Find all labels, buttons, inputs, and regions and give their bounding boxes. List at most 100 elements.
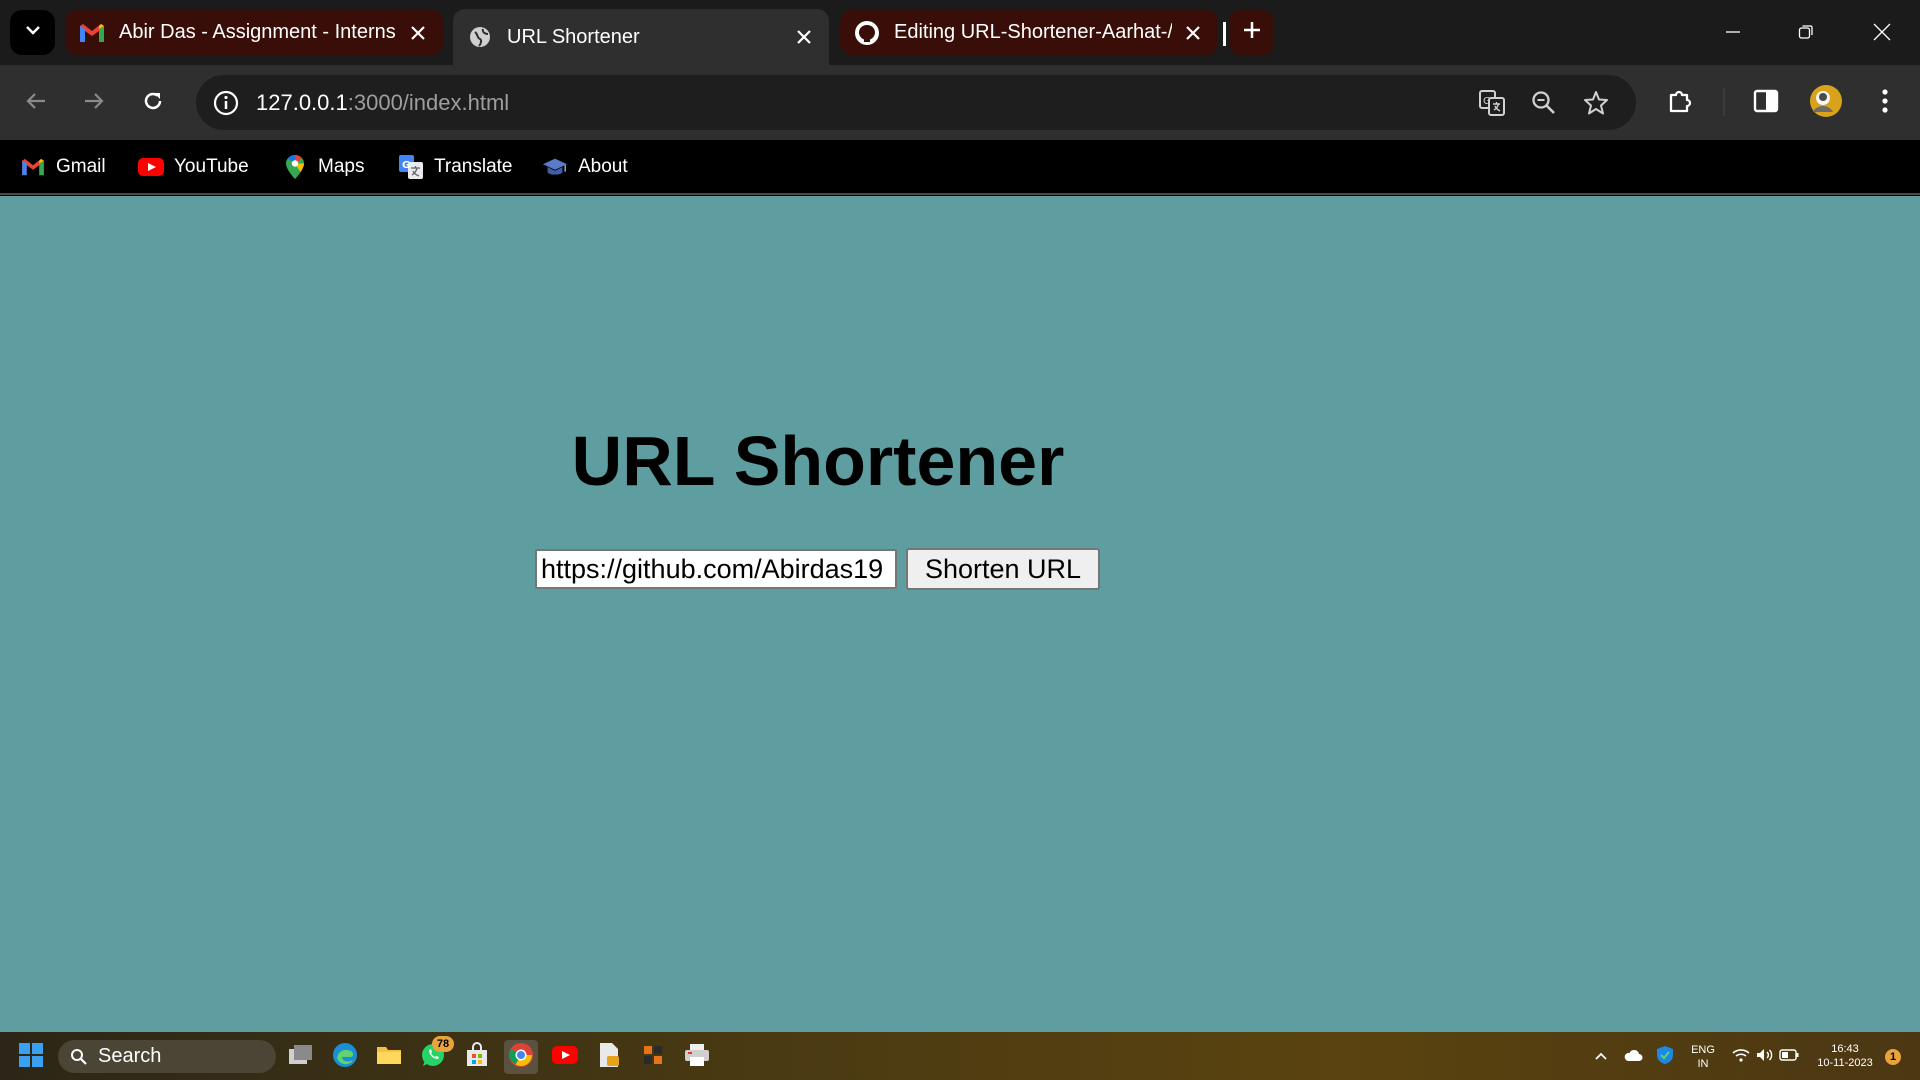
- reload-icon: [141, 89, 165, 118]
- tray-battery[interactable]: [1772, 1040, 1806, 1074]
- translate-icon: G: [398, 154, 424, 180]
- app-grid-icon: [642, 1044, 664, 1071]
- region-code: IN: [1697, 1058, 1709, 1070]
- tab-search-button[interactable]: [10, 10, 55, 55]
- taskbar-whatsapp[interactable]: 78: [416, 1036, 454, 1074]
- windows-logo-icon: [18, 1042, 44, 1073]
- close-icon[interactable]: [407, 22, 429, 44]
- tab-gmail[interactable]: Abir Das - Assignment - Interns: [65, 10, 443, 55]
- close-icon[interactable]: [1182, 22, 1204, 44]
- kebab-menu-icon: [1881, 88, 1889, 119]
- document-icon: [597, 1042, 621, 1073]
- restore-icon: [1798, 24, 1814, 45]
- task-view-button[interactable]: [284, 1040, 318, 1074]
- search-icon: [68, 1046, 90, 1068]
- bookmark-label: Translate: [434, 156, 513, 177]
- maps-icon: [282, 154, 308, 180]
- language-indicator[interactable]: ENG IN: [1686, 1043, 1720, 1071]
- show-hidden-icons-button[interactable]: [1584, 1040, 1618, 1074]
- side-panel-icon: [1753, 88, 1779, 119]
- svg-text:G: G: [1483, 96, 1491, 107]
- forward-button[interactable]: [74, 83, 114, 123]
- taskbar-file-explorer[interactable]: [372, 1040, 406, 1074]
- clock-date: 10-11-2023: [1817, 1057, 1873, 1069]
- youtube-icon: [138, 154, 164, 180]
- start-button[interactable]: [14, 1040, 48, 1074]
- chrome-icon: [508, 1042, 534, 1073]
- folder-icon: [376, 1044, 402, 1071]
- address-host: 127.0.0.1: [256, 90, 348, 115]
- reload-button[interactable]: [133, 83, 173, 123]
- notification-count: 1: [1885, 1049, 1901, 1065]
- taskbar-documents[interactable]: [592, 1040, 626, 1074]
- tab-github-editing[interactable]: Editing URL-Shortener-Aarhat-/: [840, 10, 1218, 55]
- taskbar-chrome[interactable]: [504, 1040, 538, 1074]
- notification-center-button[interactable]: 1: [1876, 1040, 1910, 1074]
- bookmark-label: Gmail: [56, 156, 106, 177]
- printer-icon: [684, 1043, 710, 1072]
- bookmark-youtube[interactable]: YouTube: [138, 152, 249, 182]
- back-button[interactable]: [16, 83, 56, 123]
- bookmark-label: Maps: [318, 156, 365, 177]
- taskbar-store[interactable]: [460, 1040, 494, 1074]
- gmail-icon: [79, 20, 105, 46]
- task-view-icon: [288, 1044, 314, 1071]
- edge-icon: [332, 1042, 358, 1073]
- cloud-icon: [1623, 1048, 1643, 1067]
- profile-button[interactable]: [1806, 83, 1846, 123]
- shorten-url-button[interactable]: Shorten URL: [906, 548, 1100, 590]
- search-label: Search: [98, 1045, 162, 1067]
- page-title: URL Shortener: [571, 422, 1065, 500]
- side-panel-button[interactable]: [1746, 83, 1786, 123]
- tab-url-shortener[interactable]: URL Shortener: [453, 9, 829, 65]
- globe-icon: [467, 24, 493, 50]
- extensions-button[interactable]: [1660, 83, 1700, 123]
- bookmark-gmail[interactable]: Gmail: [20, 152, 106, 182]
- tab-separator: [1223, 22, 1226, 46]
- arrow-left-icon: [25, 90, 47, 117]
- plus-icon: [1242, 20, 1262, 45]
- bookmark-translate[interactable]: G Translate: [398, 152, 513, 182]
- graduation-cap-icon: [542, 154, 568, 180]
- tab-title: Editing URL-Shortener-Aarhat-/: [894, 21, 1172, 43]
- translate-page-icon[interactable]: G: [1474, 85, 1510, 121]
- youtube-icon: [552, 1045, 578, 1070]
- restore-button[interactable]: [1786, 14, 1826, 54]
- address-url[interactable]: 127.0.0.1:3000/index.html: [256, 90, 509, 116]
- site-info-icon[interactable]: [210, 87, 242, 119]
- tray-security[interactable]: [1648, 1040, 1682, 1074]
- page-viewport: URL Shortener Shorten URL: [0, 196, 1920, 1032]
- store-icon: [464, 1041, 490, 1073]
- close-icon[interactable]: [793, 26, 815, 48]
- taskbar-app[interactable]: [636, 1040, 670, 1074]
- taskbar-edge[interactable]: [328, 1040, 362, 1074]
- minimize-icon: [1725, 24, 1741, 45]
- tab-title: URL Shortener: [507, 25, 640, 48]
- taskbar-search[interactable]: Search: [58, 1040, 276, 1073]
- bookmark-about[interactable]: About: [542, 152, 628, 182]
- bookmark-star-icon[interactable]: [1578, 85, 1614, 121]
- svg-text:G: G: [402, 160, 410, 171]
- address-path: :3000/index.html: [347, 90, 510, 115]
- puzzle-icon: [1666, 87, 1694, 120]
- address-bar[interactable]: 127.0.0.1:3000/index.html G: [196, 75, 1636, 130]
- tab-title: Abir Das - Assignment - Interns: [119, 21, 396, 43]
- clock[interactable]: 16:43 10-11-2023: [1806, 1042, 1884, 1070]
- close-window-button[interactable]: [1862, 14, 1902, 54]
- bookmarks-bar: Gmail YouTube Maps G Translate About: [0, 140, 1920, 195]
- taskbar-youtube[interactable]: [548, 1040, 582, 1074]
- taskbar-printer[interactable]: [680, 1040, 714, 1074]
- minimize-button[interactable]: [1713, 14, 1753, 54]
- gmail-icon: [20, 154, 46, 180]
- chevron-up-icon: [1594, 1048, 1608, 1066]
- github-icon: [854, 20, 880, 46]
- bookmark-maps[interactable]: Maps: [282, 152, 364, 182]
- new-tab-button[interactable]: [1229, 10, 1274, 55]
- close-icon: [1873, 23, 1891, 46]
- battery-icon: [1779, 1048, 1799, 1066]
- url-input[interactable]: [535, 549, 897, 589]
- menu-button[interactable]: [1865, 83, 1905, 123]
- zoom-icon[interactable]: [1526, 85, 1562, 121]
- browser-toolbar: 127.0.0.1:3000/index.html G: [0, 65, 1920, 140]
- tray-onedrive[interactable]: [1616, 1040, 1650, 1074]
